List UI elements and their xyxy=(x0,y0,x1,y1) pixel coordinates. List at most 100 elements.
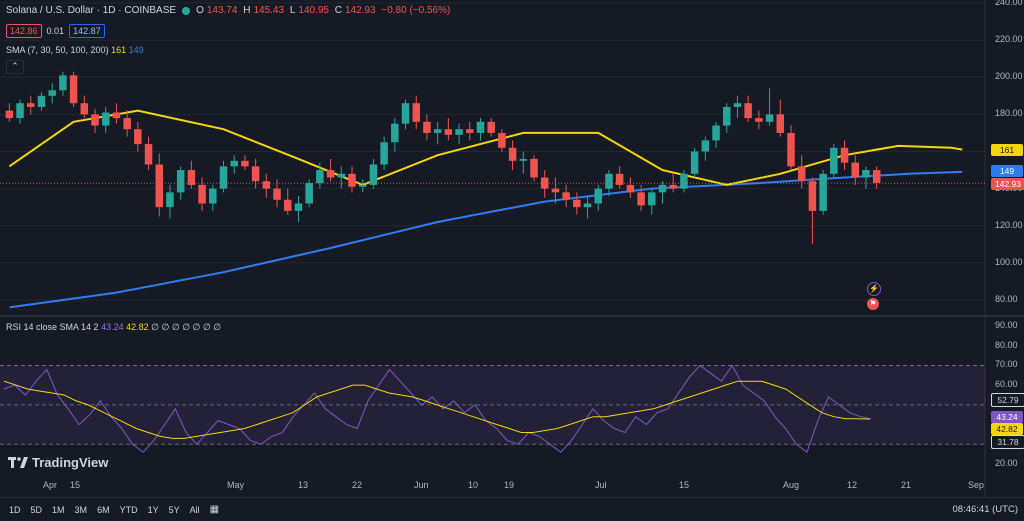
candle-body xyxy=(712,125,720,141)
candle-body xyxy=(251,166,260,182)
low-value: 140.95 xyxy=(298,5,329,16)
timeframe-1m[interactable]: 1M xyxy=(52,505,65,515)
candle-body xyxy=(797,166,806,182)
candle-body xyxy=(872,170,881,184)
time-axis-tick: 21 xyxy=(901,480,912,490)
lightning-event-icon[interactable]: ⚡ xyxy=(867,282,881,296)
candle-body xyxy=(862,170,870,178)
candle-body xyxy=(230,160,238,167)
timeframe-1d[interactable]: 1D xyxy=(9,505,21,515)
time-axis-tick: Sep xyxy=(968,480,985,490)
sma-50-price-label: 161 xyxy=(991,143,1023,156)
chart-canvas[interactable] xyxy=(0,0,1024,497)
time-axis-tick: 19 xyxy=(504,480,515,490)
candle-body xyxy=(380,142,388,165)
candle-body xyxy=(808,181,817,211)
rsi-sma-value-label: 42.82 xyxy=(991,423,1023,435)
sma-50-line xyxy=(8,109,963,186)
candle-body xyxy=(48,90,56,96)
candle-body xyxy=(412,103,420,122)
candle-body xyxy=(176,170,185,193)
time-axis-tick: 13 xyxy=(298,480,309,490)
candle-body xyxy=(123,118,131,130)
candle-body xyxy=(101,112,110,126)
timeframe-5d[interactable]: 5D xyxy=(31,505,43,515)
candle-body xyxy=(348,173,356,187)
symbol-title[interactable]: Solana / U.S. Dollar · 1D · COINBASE xyxy=(6,5,176,16)
candle-body xyxy=(219,166,228,189)
candle-body xyxy=(401,103,410,124)
date-range-icon[interactable]: ▦ xyxy=(210,504,219,515)
candle-body xyxy=(648,192,656,206)
change-value: −0.80 (−0.56%) xyxy=(381,5,451,16)
timeframe-ytd[interactable]: YTD xyxy=(120,505,138,515)
candle-body xyxy=(155,164,164,208)
candle-body xyxy=(112,112,121,119)
rsi-axis-tick: 90.00 xyxy=(995,320,1018,330)
candle-body xyxy=(16,103,24,119)
time-axis-tick: 22 xyxy=(352,480,363,490)
buy-price-button[interactable]: 142.87 xyxy=(69,24,105,38)
price-axis-tick: 240.00 xyxy=(995,0,1023,7)
symbol-header: Solana / U.S. Dollar · 1D · COINBASE O 14… xyxy=(6,5,453,16)
clock[interactable]: 08:46:41 (UTC) xyxy=(953,504,1018,515)
high-value: 145.43 xyxy=(253,5,285,16)
rsi-axis-tick: 70.00 xyxy=(995,359,1018,370)
candle-body xyxy=(605,173,613,189)
timeframe-6m[interactable]: 6M xyxy=(97,505,110,515)
candle-body xyxy=(294,203,303,211)
candle-body xyxy=(144,144,153,165)
candle-body xyxy=(583,203,592,208)
candle-body xyxy=(508,147,517,161)
time-axis-tick: May xyxy=(227,480,245,490)
candle-body xyxy=(615,173,624,185)
timeframe-1y[interactable]: 1Y xyxy=(148,505,159,515)
time-axis-tick: 15 xyxy=(70,480,81,490)
tradingview-logo: TradingView xyxy=(8,455,108,470)
candle-body xyxy=(198,184,206,204)
spread-value: 0.01 xyxy=(46,26,65,36)
candle-body xyxy=(573,199,581,208)
market-open-icon xyxy=(182,6,191,15)
candle-body xyxy=(669,184,677,189)
candle-body xyxy=(391,123,399,143)
candle-body xyxy=(262,181,271,189)
price-axis-tick: 80.00 xyxy=(995,294,1018,304)
candle-body xyxy=(27,103,35,107)
time-axis-tick: Apr xyxy=(43,480,58,490)
timeframe-5y[interactable]: 5Y xyxy=(169,505,180,515)
timeframe-3m[interactable]: 3M xyxy=(75,505,88,515)
tradingview-logo-icon xyxy=(8,456,28,468)
timeframe-all[interactable]: All xyxy=(190,505,200,515)
collapse-legend-icon[interactable]: ⌃ xyxy=(6,60,24,74)
bid-ask-row: 142.86 0.01 142.87 xyxy=(6,24,105,38)
candle-body xyxy=(5,110,14,119)
rsi-label: 52.79 xyxy=(991,393,1024,408)
candle-body xyxy=(540,177,549,189)
candle-body xyxy=(562,192,570,200)
candle-body xyxy=(530,158,538,178)
candle-body xyxy=(851,162,859,178)
candle-body xyxy=(519,158,528,161)
flag-event-icon[interactable]: ⚑ xyxy=(867,298,879,310)
candle-body xyxy=(476,121,485,133)
candle-body xyxy=(733,103,742,107)
sma-legend[interactable]: SMA (7, 30, 50, 100, 200) 161 149 xyxy=(6,45,144,55)
rsi-axis-tick: 20.00 xyxy=(995,458,1018,468)
candle-body xyxy=(37,95,46,107)
sma-200-price-label: 149 xyxy=(991,164,1023,177)
candle-body xyxy=(187,170,196,185)
candle-body xyxy=(658,184,667,193)
candle-body xyxy=(680,173,688,189)
candle-body xyxy=(134,129,142,145)
price-axis-tick: 200.00 xyxy=(995,71,1023,82)
rsi-legend[interactable]: RSI 14 close SMA 14 2 43.24 42.82 ∅ ∅ ∅ … xyxy=(6,322,221,333)
candle-body xyxy=(830,147,838,174)
price-axis-tick: 100.00 xyxy=(995,256,1023,267)
candle-body xyxy=(744,103,752,119)
candle-body xyxy=(273,188,281,200)
sell-price-button[interactable]: 142.86 xyxy=(6,24,42,38)
time-axis-tick: 15 xyxy=(679,480,690,490)
candle-body xyxy=(326,170,335,178)
candle-body xyxy=(305,183,313,204)
